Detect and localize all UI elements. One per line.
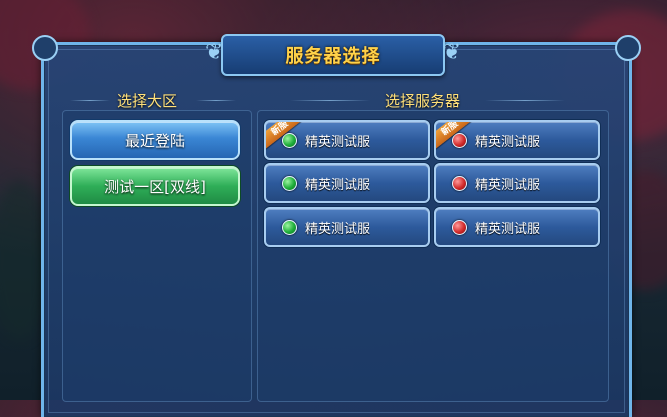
divider bbox=[485, 100, 565, 101]
status-green-icon bbox=[282, 132, 297, 148]
region-button-test-zone-1[interactable]: 测试一区[双线] bbox=[70, 166, 240, 206]
page-title: 服务器选择 bbox=[285, 46, 381, 67]
status-green-icon bbox=[282, 219, 297, 235]
server-heading: 选择服务器 bbox=[385, 92, 461, 110]
server-button[interactable]: 精英测试服 bbox=[434, 163, 600, 203]
title-plate: ❦ 服务器选择 ❦ bbox=[205, 34, 461, 76]
region-button-label: 最近登陆 bbox=[124, 131, 185, 150]
server-button-label: 精英测试服 bbox=[475, 221, 541, 237]
server-button-label: 精英测试服 bbox=[475, 134, 541, 150]
server-button[interactable]: 新服 精英测试服 bbox=[434, 120, 600, 160]
status-green-icon bbox=[282, 175, 297, 191]
server-button-label: 精英测试服 bbox=[305, 177, 371, 193]
server-button[interactable]: 精英测试服 bbox=[264, 163, 430, 203]
divider bbox=[196, 100, 236, 101]
region-heading: 选择大区 bbox=[117, 92, 178, 110]
server-button-label: 精英测试服 bbox=[305, 221, 371, 237]
status-red-icon bbox=[452, 175, 467, 191]
divider bbox=[70, 100, 110, 101]
status-red-icon bbox=[452, 219, 467, 235]
region-button-label: 测试一区[双线] bbox=[104, 177, 206, 196]
server-button-label: 精英测试服 bbox=[475, 177, 541, 193]
swirl-ornament-icon: ❦ bbox=[442, 40, 461, 65]
server-button[interactable]: 新服 精英测试服 bbox=[264, 120, 430, 160]
server-button-label: 精英测试服 bbox=[305, 134, 371, 150]
corner-ornament-icon bbox=[615, 35, 641, 61]
corner-ornament-icon bbox=[32, 35, 58, 61]
swirl-ornament-icon: ❦ bbox=[205, 40, 224, 65]
region-button-recent[interactable]: 最近登陆 bbox=[70, 120, 240, 160]
server-button[interactable]: 精英测试服 bbox=[434, 207, 600, 247]
divider bbox=[290, 100, 370, 101]
status-red-icon bbox=[452, 132, 467, 148]
server-button[interactable]: 精英测试服 bbox=[264, 207, 430, 247]
